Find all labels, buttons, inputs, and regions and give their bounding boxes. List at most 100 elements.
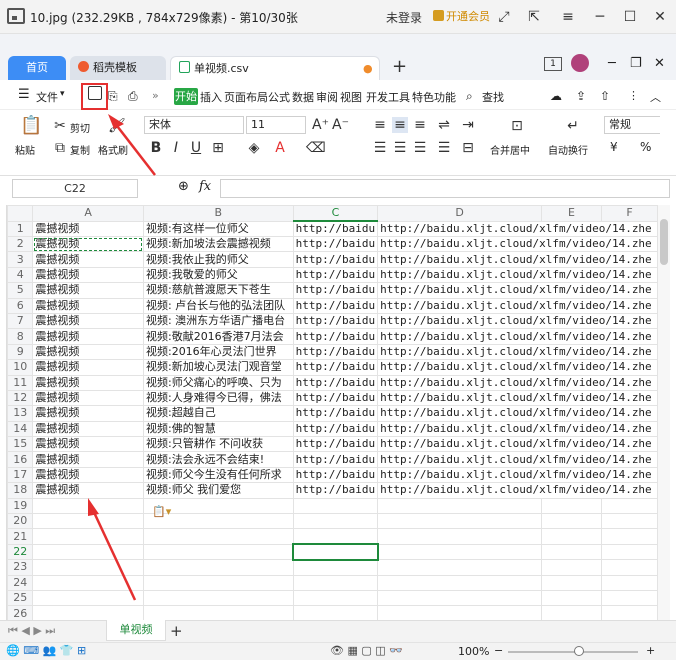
cell-empty[interactable] (600, 543, 658, 561)
row-header[interactable]: 1 (7, 220, 34, 237)
print-icon[interactable]: ⎙ (128, 89, 138, 104)
number-format-select[interactable]: 常规 (604, 116, 660, 134)
cell-category[interactable]: 震撼视频 (32, 220, 144, 237)
cell-empty[interactable] (292, 574, 379, 591)
upload-icon[interactable]: ⇧ (600, 89, 610, 103)
cell-title[interactable]: 视频:2016年心灵法门世界 (142, 343, 294, 361)
cell-category[interactable]: 震撼视频 (32, 405, 144, 422)
formula-input[interactable] (220, 179, 670, 198)
format-painter-icon[interactable]: 🖌 (108, 118, 126, 134)
cell-url-short[interactable]: http://baidu (292, 312, 379, 330)
cell-title[interactable]: 视频:师父今生没有任何所求 (142, 466, 294, 484)
cell-url-short[interactable]: http://baidu (292, 328, 379, 345)
menu-page-layout[interactable]: 页面布局 (224, 89, 268, 105)
cell-url-short[interactable]: http://baidu (292, 451, 379, 468)
cell-url-short[interactable]: http://baidu (292, 297, 379, 314)
cell-empty[interactable] (142, 528, 294, 545)
paste-button[interactable]: 粘贴 (15, 142, 35, 157)
cell-url-short[interactable]: http://baidu (292, 405, 379, 422)
cell-category[interactable]: 震撼视频 (32, 466, 144, 484)
zoom-in-icon[interactable]: + (646, 644, 655, 657)
cell-url[interactable]: http://baidu.xljt.cloud/xlfm/video/14.zh… (377, 405, 658, 422)
cell-url[interactable]: http://baidu.xljt.cloud/xlfm/video/14.zh… (377, 420, 658, 438)
italic-icon[interactable]: I (168, 140, 184, 156)
cell-empty[interactable] (292, 497, 379, 515)
cell-category[interactable]: 震撼视频 (32, 312, 144, 330)
cell-category[interactable]: 震撼视频 (32, 482, 144, 499)
cell-category[interactable]: 震撼视频 (32, 389, 144, 407)
row-header[interactable]: 6 (7, 297, 34, 314)
scroll-thumb[interactable] (660, 219, 668, 265)
cell-url[interactable]: http://baidu.xljt.cloud/xlfm/video/14.zh… (377, 343, 658, 361)
cell-url[interactable]: http://baidu.xljt.cloud/xlfm/video/14.zh… (377, 297, 658, 314)
cell-title[interactable]: 视频:新加坡法会震撼视频 (142, 235, 294, 253)
avatar[interactable] (571, 54, 589, 72)
row-header[interactable]: 7 (7, 312, 34, 330)
clear-icon[interactable]: ⌫ (306, 140, 326, 156)
cell-empty[interactable] (600, 528, 658, 545)
status-tool-icons[interactable]: 🌐 ⌨ 👥 👕 ⊞ (6, 644, 86, 657)
cell-url-short[interactable]: http://baidu (292, 374, 379, 391)
cell-url-short[interactable]: http://baidu (292, 220, 379, 237)
more-vert-icon[interactable]: ⋮ (628, 89, 639, 102)
cell-title[interactable]: 视频:我依止我的师父 (142, 251, 294, 268)
cell-title[interactable]: 视频:超越自己 (142, 405, 294, 422)
name-box[interactable]: C22 (12, 179, 138, 198)
cell-empty[interactable] (292, 589, 379, 607)
row-header[interactable]: 14 (7, 420, 34, 438)
cell-category[interactable]: 震撼视频 (32, 374, 144, 391)
merge-center-icon[interactable]: ⊡ (506, 118, 528, 134)
cell-category[interactable]: 震撼视频 (32, 328, 144, 345)
justify-icon[interactable]: ☰ (436, 140, 452, 156)
cell-title[interactable]: 视频: 澳洲东方华语广播电台 (142, 312, 294, 330)
tab-active-file[interactable]: 单视频.csv ● (170, 56, 380, 80)
cell-category[interactable]: 震撼视频 (32, 251, 144, 268)
menu-data[interactable]: 数据 (292, 89, 314, 105)
cell-title[interactable]: 视频:敬献2016香港7月法会 (142, 328, 294, 345)
cell-empty[interactable] (377, 559, 543, 576)
cell-empty[interactable] (292, 605, 379, 620)
cell-empty[interactable] (541, 559, 602, 576)
zoom-slider-thumb[interactable] (574, 646, 584, 656)
row-header[interactable]: 25 (7, 589, 34, 607)
cell-empty[interactable] (377, 574, 543, 591)
row-header[interactable]: 16 (7, 451, 34, 468)
cell-category[interactable]: 震撼视频 (32, 359, 144, 376)
column-header[interactable]: A (32, 205, 144, 222)
fullscreen-icon[interactable]: ⤢ (494, 7, 514, 27)
cell-url[interactable]: http://baidu.xljt.cloud/xlfm/video/14.zh… (377, 266, 658, 284)
row-header[interactable]: 22 (7, 543, 34, 561)
active-cell[interactable] (292, 543, 379, 561)
sheet-nav-icons[interactable]: ⏮ ◀ ▶ ⏭ (8, 624, 55, 638)
cell-empty[interactable] (32, 513, 144, 530)
cell-empty[interactable] (142, 589, 294, 607)
export-icon[interactable]: ⇱ (524, 7, 544, 27)
row-header[interactable]: 4 (7, 266, 34, 284)
menu-formula[interactable]: 公式 (268, 89, 290, 105)
cell-url-short[interactable]: http://baidu (292, 282, 379, 299)
restore-icon-wps[interactable]: ❐ (630, 56, 642, 71)
currency-button[interactable]: ¥ (610, 140, 618, 154)
cell-empty[interactable] (142, 574, 294, 591)
cell-url-short[interactable]: http://baidu (292, 436, 379, 453)
cell-url[interactable]: http://baidu.xljt.cloud/xlfm/video/14.zh… (377, 282, 658, 299)
column-header[interactable]: D (377, 205, 543, 222)
cell-empty[interactable] (600, 497, 658, 515)
cell-empty[interactable] (142, 605, 294, 620)
row-header[interactable]: 21 (7, 528, 34, 545)
row-header[interactable]: 19 (7, 497, 34, 515)
cell-empty[interactable] (292, 513, 379, 530)
cell-url-short[interactable]: http://baidu (292, 420, 379, 438)
wrap-text-button[interactable]: 自动换行 (548, 142, 588, 157)
row-header[interactable]: 12 (7, 389, 34, 407)
cell-empty[interactable] (377, 543, 543, 561)
cell-url-short[interactable]: http://baidu (292, 359, 379, 376)
row-header[interactable]: 3 (7, 251, 34, 268)
cell-url-short[interactable]: http://baidu (292, 266, 379, 284)
add-sheet-button[interactable]: + (170, 622, 183, 640)
cell-url[interactable]: http://baidu.xljt.cloud/xlfm/video/14.zh… (377, 451, 658, 468)
minimize-icon[interactable]: ─ (590, 7, 610, 27)
paste-icon[interactable]: 📋 (20, 117, 42, 138)
cell-category[interactable]: 震撼视频 (32, 451, 144, 468)
cell-empty[interactable] (541, 513, 602, 530)
